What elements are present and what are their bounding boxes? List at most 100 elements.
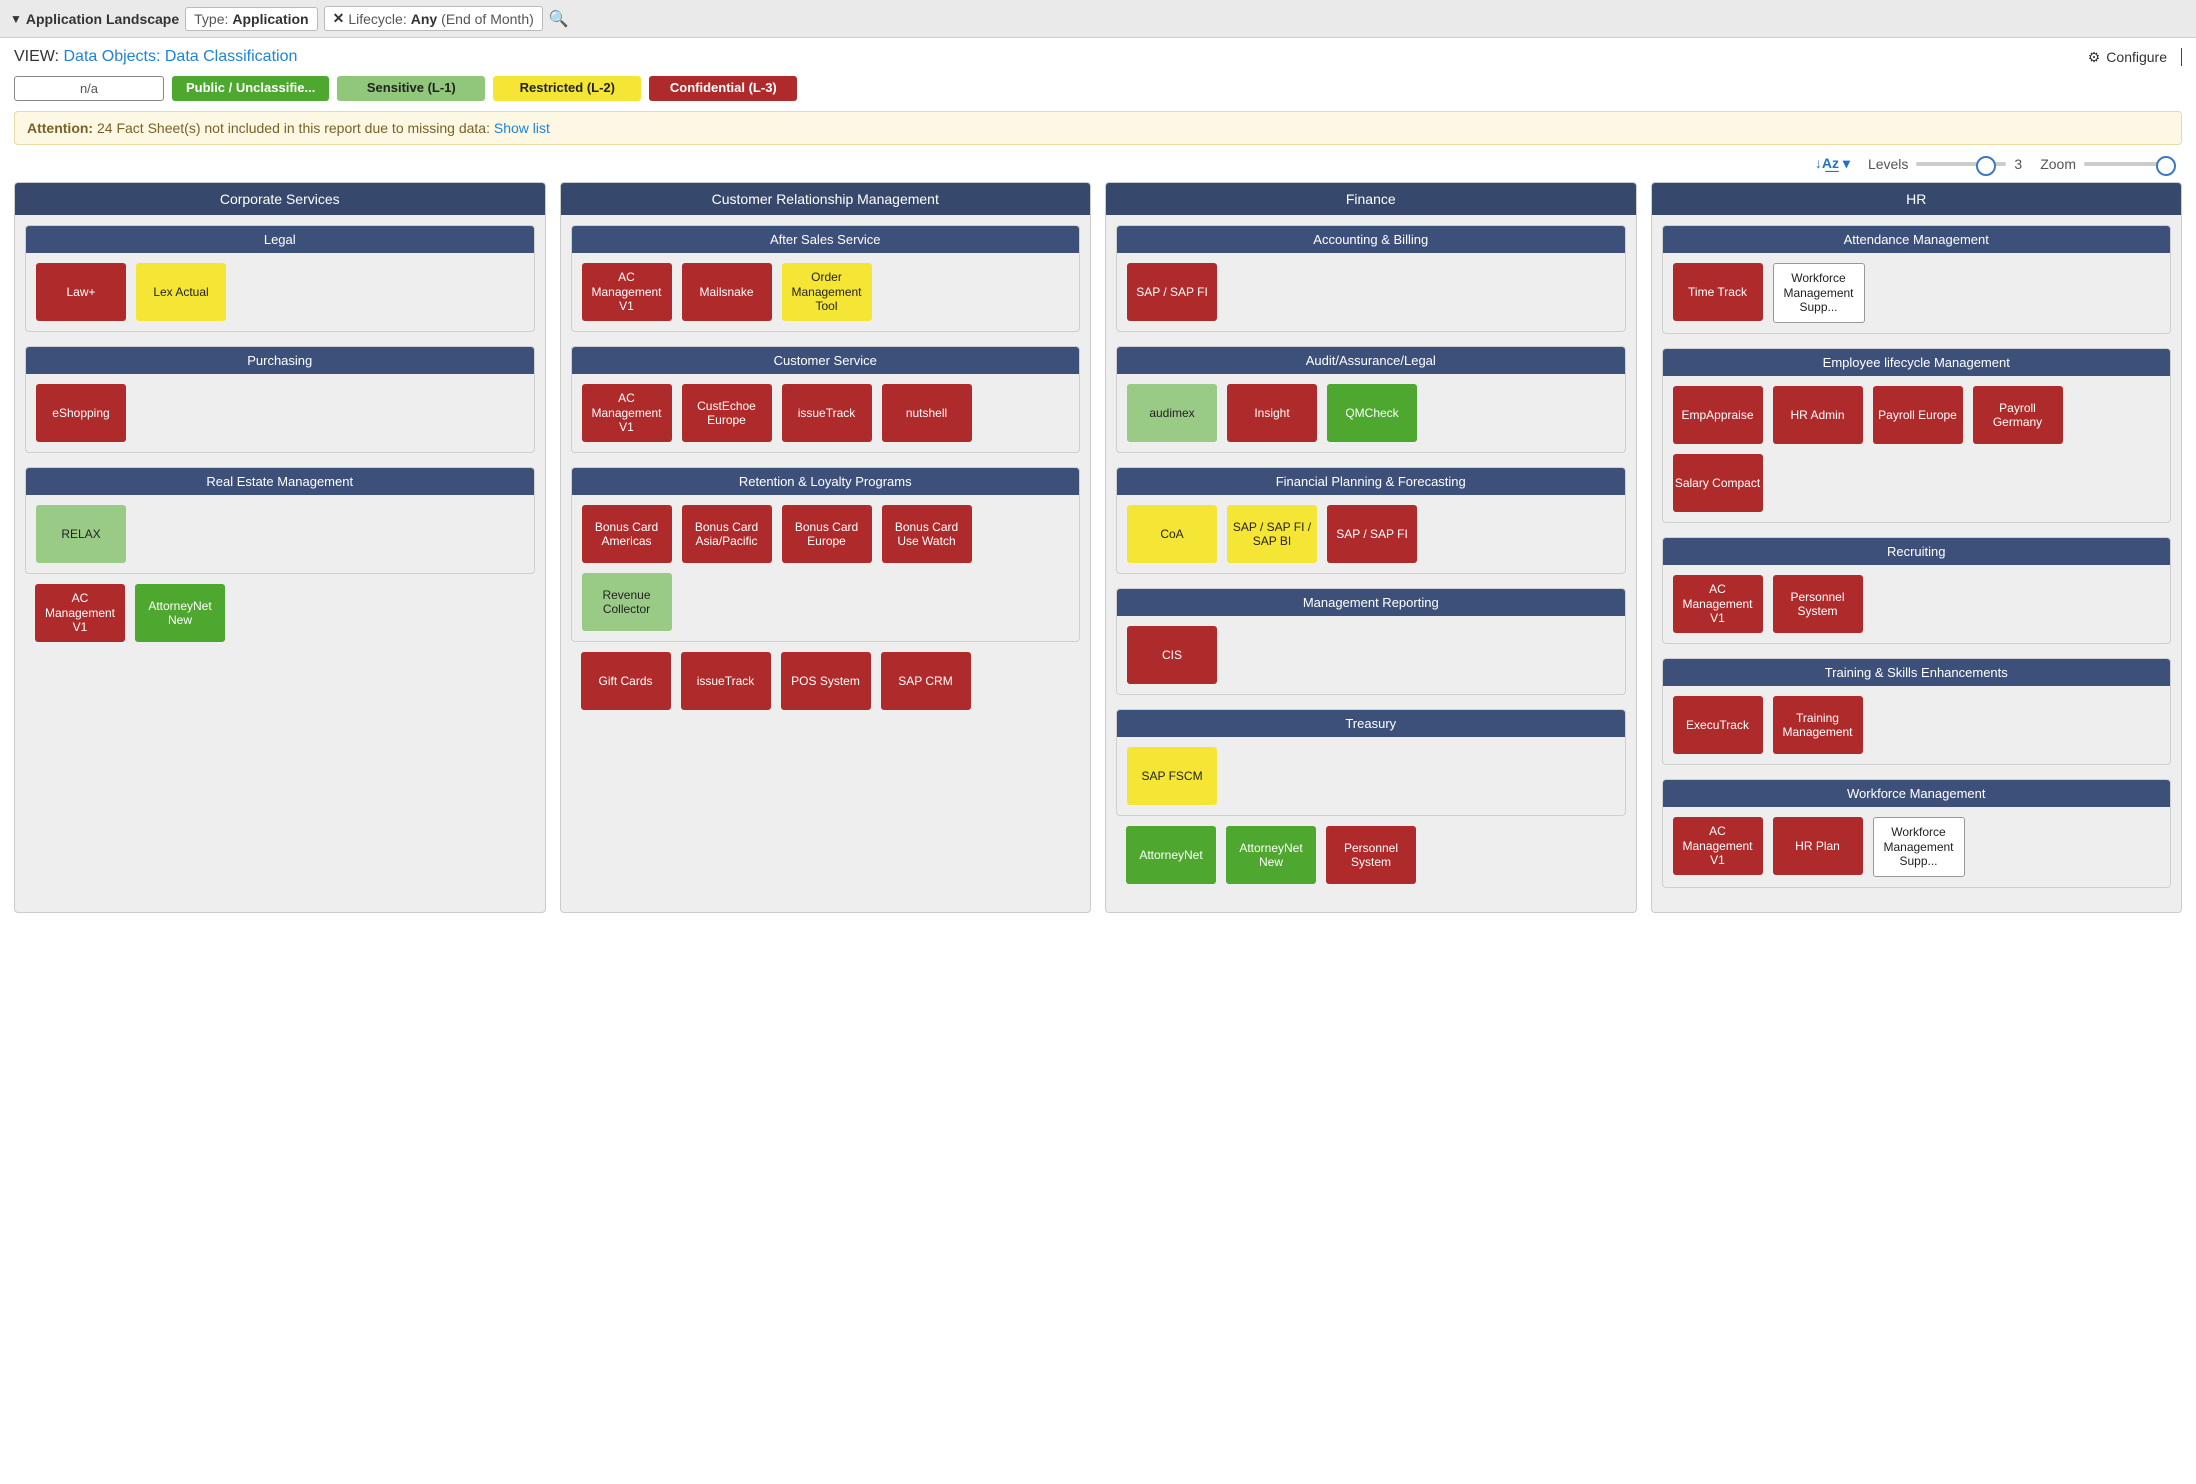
legend-sensitive[interactable]: Sensitive (L-1) (337, 76, 485, 101)
column-body: Legal Law+Lex Actual Purchasing eShopping Re… (15, 215, 545, 662)
application-tile[interactable]: AC Management V1 (582, 384, 672, 442)
application-tile[interactable]: POS System (781, 652, 871, 710)
application-tile[interactable]: SAP / SAP FI / SAP BI (1227, 505, 1317, 563)
application-tile[interactable]: Salary Compact (1673, 454, 1763, 512)
tile-grid: EmpAppraiseHR AdminPayroll EuropePayroll… (1663, 376, 2171, 522)
legend-public[interactable]: Public / Unclassifie... (172, 76, 329, 101)
application-tile[interactable]: AC Management V1 (582, 263, 672, 321)
sub-capability-header[interactable]: Recruiting (1663, 538, 2171, 565)
application-tile[interactable]: RELAX (36, 505, 126, 563)
sub-capability-box: Legal Law+Lex Actual (25, 225, 535, 332)
application-tile[interactable]: nutshell (882, 384, 972, 442)
close-icon[interactable]: ✕ (333, 10, 345, 27)
application-tile[interactable]: HR Plan (1773, 817, 1863, 875)
application-tile[interactable]: SAP / SAP FI (1327, 505, 1417, 563)
application-tile[interactable]: SAP / SAP FI (1127, 263, 1217, 321)
application-tile[interactable]: CoA (1127, 505, 1217, 563)
application-tile[interactable]: AC Management V1 (1673, 575, 1763, 633)
sub-capability-header[interactable]: Purchasing (26, 347, 534, 374)
sub-capability-header[interactable]: Financial Planning & Forecasting (1117, 468, 1625, 495)
levels-slider[interactable] (1916, 157, 2006, 171)
sub-capability-header[interactable]: Training & Skills Enhancements (1663, 659, 2171, 686)
application-tile[interactable]: audimex (1127, 384, 1217, 442)
sub-capability-header[interactable]: Legal (26, 226, 534, 253)
search-icon[interactable]: 🔍 (549, 9, 569, 29)
column-header[interactable]: HR (1652, 183, 2182, 215)
column-body: Attendance ManagementTime TrackWorkforce… (1652, 215, 2182, 912)
zoom-slider[interactable] (2084, 157, 2174, 171)
sub-capability-header[interactable]: Customer Service (572, 347, 1080, 374)
slider-thumb[interactable] (2156, 156, 2176, 176)
application-tile[interactable]: HR Admin (1773, 386, 1863, 444)
sub-capability-header[interactable]: After Sales Service (572, 226, 1080, 253)
landscape-grid: Corporate Services Legal Law+Lex Actual Pur… (0, 178, 2196, 927)
application-tile[interactable]: Workforce Management Supp... (1873, 817, 1965, 877)
application-tile[interactable]: EmpAppraise (1673, 386, 1763, 444)
legend-na[interactable]: n/a (14, 76, 164, 101)
application-tile[interactable]: Payroll Europe (1873, 386, 1963, 444)
sub-capability-header[interactable]: Treasury (1117, 710, 1625, 737)
application-tile[interactable]: AC Management V1 (35, 584, 125, 642)
view-link[interactable]: Data Objects: Data Classification (64, 48, 298, 65)
application-tile[interactable]: issueTrack (681, 652, 771, 710)
alert-show-list-link[interactable]: Show list (494, 120, 550, 136)
application-tile[interactable]: Personnel System (1326, 826, 1416, 884)
application-tile[interactable]: AttorneyNet New (1226, 826, 1316, 884)
application-tile[interactable]: Lex Actual (136, 263, 226, 321)
controls-row: ↓A͟z ▾ Levels 3 Zoom (0, 153, 2196, 178)
landscape-column: Finance Accounting & Billing SAP / SAP FI A… (1105, 182, 1637, 913)
configure-button[interactable]: ⚙ Configure (2088, 48, 2182, 66)
application-tile[interactable]: AttorneyNet New (135, 584, 225, 642)
application-tile[interactable]: AC Management V1 (1673, 817, 1763, 875)
view-prefix: VIEW: (14, 48, 59, 65)
legend-confidential[interactable]: Confidential (L-3) (649, 76, 797, 101)
application-tile[interactable]: AttorneyNet (1126, 826, 1216, 884)
sub-capability-header[interactable]: Retention & Loyalty Programs (572, 468, 1080, 495)
sub-capability-header[interactable]: Audit/Assurance/Legal (1117, 347, 1625, 374)
sort-button[interactable]: ↓A͟z ▾ (1815, 155, 1850, 172)
application-tile[interactable]: Training Management (1773, 696, 1863, 754)
filter-chip-lifecycle[interactable]: ✕ Lifecycle: Any (End of Month) (324, 6, 543, 31)
application-tile[interactable]: eShopping (36, 384, 126, 442)
sub-capability-box: Audit/Assurance/Legal audimexInsightQMChe… (1116, 346, 1626, 453)
sub-capability-header[interactable]: Accounting & Billing (1117, 226, 1625, 253)
sub-capability-header[interactable]: Workforce Management (1663, 780, 2171, 807)
slider-thumb[interactable] (1976, 156, 1996, 176)
tile-grid: AC Management V1MailsnakeOrder Managemen… (572, 253, 1080, 331)
application-tile[interactable]: QMCheck (1327, 384, 1417, 442)
application-tile[interactable]: Workforce Management Supp... (1773, 263, 1865, 323)
sub-capability-header[interactable]: Attendance Management (1663, 226, 2171, 253)
tile-grid: SAP FSCM (1117, 737, 1625, 815)
application-tile[interactable]: Bonus Card Europe (782, 505, 872, 563)
application-tile[interactable]: SAP FSCM (1127, 747, 1217, 805)
application-tile[interactable]: Bonus Card Asia/Pacific (682, 505, 772, 563)
application-tile[interactable]: Payroll Germany (1973, 386, 2063, 444)
column-header[interactable]: Customer Relationship Management (561, 183, 1091, 215)
column-header[interactable]: Corporate Services (15, 183, 545, 215)
application-tile[interactable]: ExecuTrack (1673, 696, 1763, 754)
application-tile[interactable]: Insight (1227, 384, 1317, 442)
application-tile[interactable]: Time Track (1673, 263, 1763, 321)
levels-value: 3 (2014, 156, 2022, 172)
filter-chip-type[interactable]: Type: Application (185, 7, 317, 31)
application-tile[interactable]: Personnel System (1773, 575, 1863, 633)
sub-capability-header[interactable]: Real Estate Management (26, 468, 534, 495)
sub-capability-header[interactable]: Employee lifecycle Management (1663, 349, 2171, 376)
application-tile[interactable]: CustEchoe Europe (682, 384, 772, 442)
application-tile[interactable]: Order Management Tool (782, 263, 872, 321)
legend-restricted[interactable]: Restricted (L-2) (493, 76, 641, 101)
sub-capability-header[interactable]: Management Reporting (1117, 589, 1625, 616)
page-title-group[interactable]: ▼ Application Landscape (10, 11, 179, 27)
application-tile[interactable]: issueTrack (782, 384, 872, 442)
application-tile[interactable]: Gift Cards (581, 652, 671, 710)
application-tile[interactable]: CIS (1127, 626, 1217, 684)
application-tile[interactable]: Revenue Collector (582, 573, 672, 631)
application-tile[interactable]: SAP CRM (881, 652, 971, 710)
column-header[interactable]: Finance (1106, 183, 1636, 215)
alert-count: 24 (97, 120, 113, 136)
application-tile[interactable]: Bonus Card Americas (582, 505, 672, 563)
sub-capability-box: Employee lifecycle ManagementEmpAppraise… (1662, 348, 2172, 523)
application-tile[interactable]: Law+ (36, 263, 126, 321)
application-tile[interactable]: Mailsnake (682, 263, 772, 321)
application-tile[interactable]: Bonus Card Use Watch (882, 505, 972, 563)
